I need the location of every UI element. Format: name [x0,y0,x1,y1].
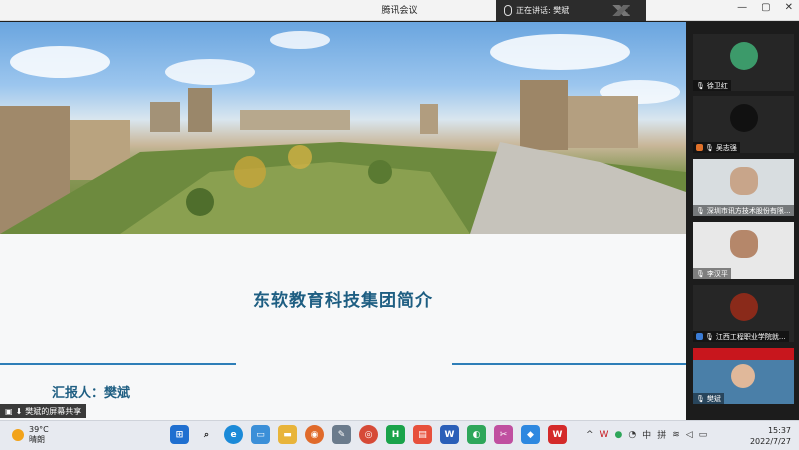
participant-name: 江西工程职业学院就... [715,332,786,341]
chevron-up-icon[interactable]: ^ [586,430,594,440]
slide-title: 东软教育科技集团简介 [253,291,433,311]
ime-language[interactable]: 中 [642,428,651,441]
speaker-icon[interactable]: ◁ [686,430,693,440]
microphone-icon: 🎙 [696,394,705,403]
h-app-icon[interactable]: H [386,425,405,444]
ime-mode[interactable]: 拼 [657,428,666,441]
microphone-icon: 🎙 [696,206,705,215]
close-button[interactable]: ✕ [785,2,793,13]
file-explorer-icon[interactable]: ▬ [278,425,297,444]
participant-caption: 🎙 徐卫红 [693,80,731,91]
chat-icon[interactable]: ✎ [332,425,351,444]
avatar [731,364,755,388]
campus-illustration [0,31,686,234]
participant-tile[interactable]: 🎙 吴志强 [693,96,794,153]
participant-caption: 🎙 樊斌 [693,393,724,404]
clock-date: 2022/7/27 [749,437,791,446]
snipping-tool-icon[interactable]: ✂ [494,425,513,444]
user-icon [696,333,703,340]
participant-name: 樊斌 [706,394,721,403]
window-controls: — ▢ ✕ [737,2,793,13]
weather-widget[interactable]: 39°C 晴朗 [12,425,49,445]
avatar [730,230,758,258]
meeting-window: 腾讯会议 正在讲话: 樊斌 — ▢ ✕ 东软教育科技集团简介 汇报人：樊斌 ▣ … [0,0,799,420]
participant-tile[interactable]: 🎙 李汉平 [693,222,794,279]
participant-tile[interactable]: 🎙 樊斌 [693,348,794,404]
participant-name: 深圳市讯方技术股份有限... [706,206,791,215]
participant-tile[interactable]: 🎙 深圳市讯方技术股份有限... [693,159,794,216]
participant-name: 徐卫红 [706,81,728,90]
chrome-icon[interactable]: ◎ [359,425,378,444]
shared-slide: 东软教育科技集团简介 汇报人：樊斌 ▣ ⬇ 樊斌的屏幕共享 [0,22,686,420]
maximize-button[interactable]: ▢ [761,2,770,13]
avatar [730,293,758,321]
microphone-icon: 🎙 [696,269,705,278]
participant-caption: 🎙 深圳市讯方技术股份有限... [693,205,794,216]
firefox-icon[interactable]: ◉ [305,425,324,444]
window-title: 腾讯会议 [381,6,418,16]
desktop-icon[interactable]: ▭ [251,425,270,444]
wps-tray-icon[interactable]: W [600,430,609,440]
edge-browser-icon[interactable]: e [224,425,243,444]
temperature: 39°C [29,425,49,434]
participant-caption: 🎙 吴志强 [693,142,740,153]
wifi-icon[interactable]: ≋ [672,430,680,440]
user-icon [696,144,703,151]
participant-caption: 🎙 江西工程职业学院就... [693,331,789,342]
share-tag-label: 樊斌的屏幕共享 [25,406,82,416]
wps-icon[interactable]: W [548,425,567,444]
sun-icon [12,429,24,441]
meeting-logo-icon [612,5,638,16]
microphone-icon: 🎙 [705,143,714,152]
divider-right [452,363,686,365]
participant-panel: 🎙 徐卫红 🎙 吴志强 🎙 深圳市讯方技术股份有限... 🎙 李汉平 🎙 江西工… [686,22,799,420]
weather-condition: 晴朗 [29,435,45,444]
reporter-label: 汇报人：樊斌 [52,386,131,401]
divider-left [0,363,236,365]
share-down-icon: ⬇ [15,406,23,416]
clock[interactable]: 15:37 2022/7/27 [750,425,791,447]
speaking-indicator: 正在讲话: 樊斌 [496,0,646,21]
campus-photo [0,22,686,234]
search-icon[interactable]: ⌕ [197,425,216,444]
participant-caption: 🎙 李汉平 [693,268,731,279]
windows-start-icon[interactable]: ⊞ [170,425,189,444]
avatar [730,42,758,70]
qq-browser-icon[interactable]: ◐ [467,425,486,444]
taskbar-apps: ⊞ ⌕ e ▭ ▬ ◉ ✎ ◎ H ▤ W ◐ ✂ ◆ W [170,425,567,444]
clock-time: 15:37 [767,426,791,435]
participant-name: 李汉平 [706,269,728,278]
banner-strip [693,348,794,360]
screen-share-tag: ▣ ⬇ 樊斌的屏幕共享 [0,404,87,418]
presentation-icon[interactable]: ▤ [413,425,432,444]
battery-icon[interactable]: ▭ [699,430,708,440]
participant-tile[interactable]: 🎙 江西工程职业学院就... [693,285,794,342]
tencent-meeting-icon[interactable]: ◆ [521,425,540,444]
participant-name: 吴志强 [715,143,737,152]
volume-tray-icon[interactable]: ◔ [628,430,636,440]
screen-icon: ▣ [5,406,13,416]
participant-tile[interactable]: 🎙 徐卫红 [693,34,794,91]
system-tray: ^ W ● ◔ 中 拼 ≋ ◁ ▭ [586,428,708,442]
speaking-label: 正在讲话: 樊斌 [516,6,570,15]
microphone-icon: 🎙 [696,81,705,90]
avatar [730,167,758,195]
microphone-icon [504,5,512,16]
taskbar: 39°C 晴朗 ⊞ ⌕ e ▭ ▬ ◉ ✎ ◎ H ▤ W ◐ ✂ ◆ W ^ … [0,420,799,450]
title-bar: 腾讯会议 正在讲话: 樊斌 — ▢ ✕ [0,0,799,21]
minimize-button[interactable]: — [737,2,747,13]
microphone-icon: 🎙 [705,332,714,341]
word-icon[interactable]: W [440,425,459,444]
wechat-tray-icon[interactable]: ● [614,430,622,440]
avatar [730,104,758,132]
